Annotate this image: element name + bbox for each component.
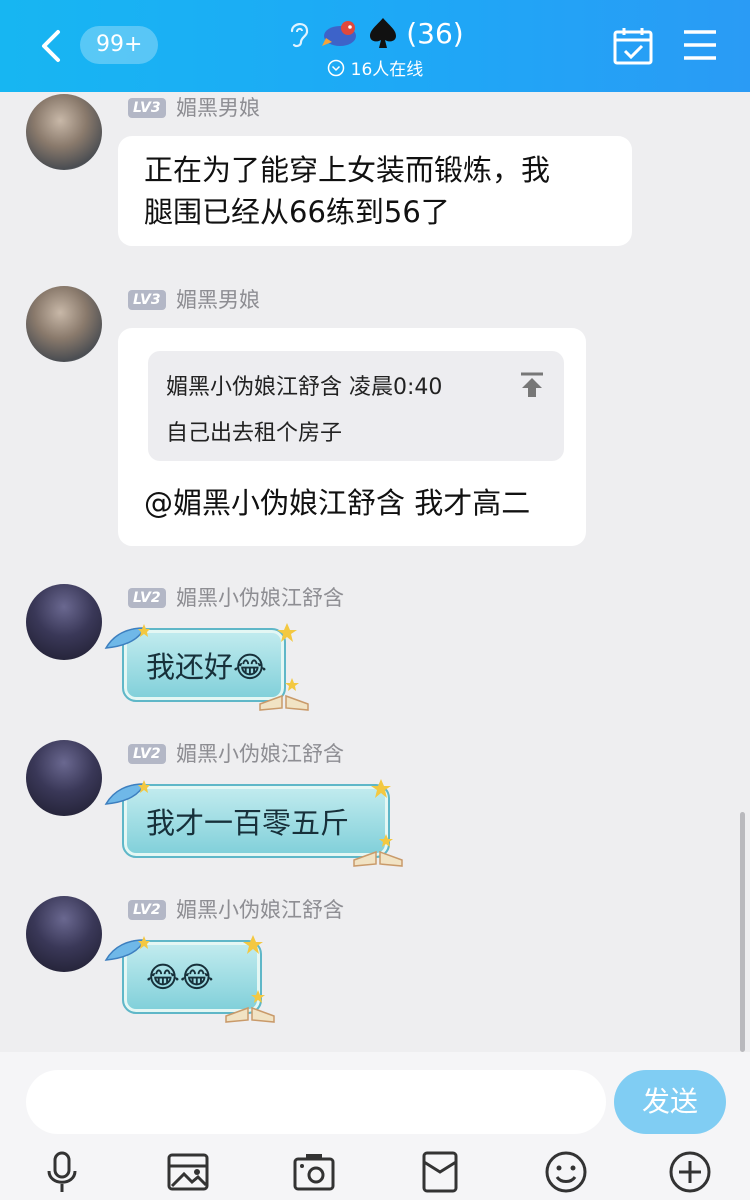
sender-name[interactable]: 媚黑男娘	[176, 288, 260, 312]
sender-name[interactable]: 媚黑小伪娘江舒含	[176, 586, 344, 610]
sender-name[interactable]: 媚黑小伪娘江舒含	[176, 742, 344, 766]
emoji-icon[interactable]	[544, 1150, 588, 1194]
image-icon[interactable]	[166, 1150, 210, 1194]
level-badge: LV2	[128, 588, 166, 608]
input-bar: 发送	[0, 1052, 750, 1200]
avatar[interactable]	[26, 740, 102, 816]
message-text-line: 腿围已经从66练到56了	[144, 195, 450, 229]
calendar-check-icon[interactable]	[612, 26, 654, 66]
avatar[interactable]	[26, 94, 102, 170]
message-bubble[interactable]: 正在为了能穿上女装而锻炼，我 腿围已经从66练到56了	[118, 136, 632, 246]
level-badge: LV2	[128, 744, 166, 764]
group-title: (36)	[406, 16, 464, 50]
rocket-decoration-icon	[104, 936, 150, 961]
quote-header: 媚黑小伪娘江舒含 凌晨0:40	[166, 375, 443, 400]
sender-name[interactable]: 媚黑小伪娘江舒含	[176, 898, 344, 922]
scrollbar[interactable]	[740, 812, 745, 1052]
book-decoration-icon	[353, 834, 403, 867]
online-count: 16人在线	[350, 60, 424, 80]
spade-icon	[370, 18, 397, 48]
rocket-decoration-icon	[104, 780, 150, 805]
star-decoration-icon	[371, 779, 391, 798]
book-decoration-icon	[225, 990, 275, 1023]
quote-text: 自己出去租个房子	[166, 421, 343, 446]
avatar[interactable]	[26, 896, 102, 972]
ear-icon	[291, 23, 309, 48]
message-input[interactable]	[26, 1070, 606, 1134]
emoji-message: 😂😂	[146, 960, 214, 994]
level-badge: LV2	[128, 900, 166, 920]
plus-icon[interactable]	[668, 1150, 712, 1194]
avatar[interactable]	[26, 286, 102, 362]
rocket-decoration-icon	[104, 624, 150, 649]
message-text-line: 正在为了能穿上女装而锻炼，我	[144, 153, 551, 187]
star-decoration-icon	[243, 935, 263, 954]
chevron-circle-icon	[327, 59, 344, 76]
chat-header: 99+ (36) 16人在线	[0, 0, 750, 92]
level-badge: LV3	[128, 98, 166, 118]
sender-name[interactable]: 媚黑男娘	[176, 96, 260, 120]
message-text: 我才一百零五斤	[146, 806, 350, 840]
send-button[interactable]: 发送	[614, 1070, 726, 1134]
menu-icon[interactable]	[682, 26, 718, 66]
reply-quote[interactable]: 媚黑小伪娘江舒含 凌晨0:40 自己出去租个房子	[148, 351, 564, 461]
message-text: 我还好	[146, 650, 234, 684]
red-packet-icon[interactable]	[418, 1150, 462, 1194]
level-badge: LV3	[128, 290, 166, 310]
dragon-icon	[322, 21, 357, 46]
avatar[interactable]	[26, 584, 102, 660]
message-text: @媚黑小伪娘江舒含 我才高二	[144, 486, 531, 520]
camera-icon[interactable]	[292, 1150, 336, 1194]
book-decoration-icon	[259, 678, 309, 711]
jump-to-message-icon[interactable]	[518, 371, 546, 399]
star-decoration-icon	[277, 623, 297, 642]
mic-icon[interactable]	[40, 1150, 84, 1194]
